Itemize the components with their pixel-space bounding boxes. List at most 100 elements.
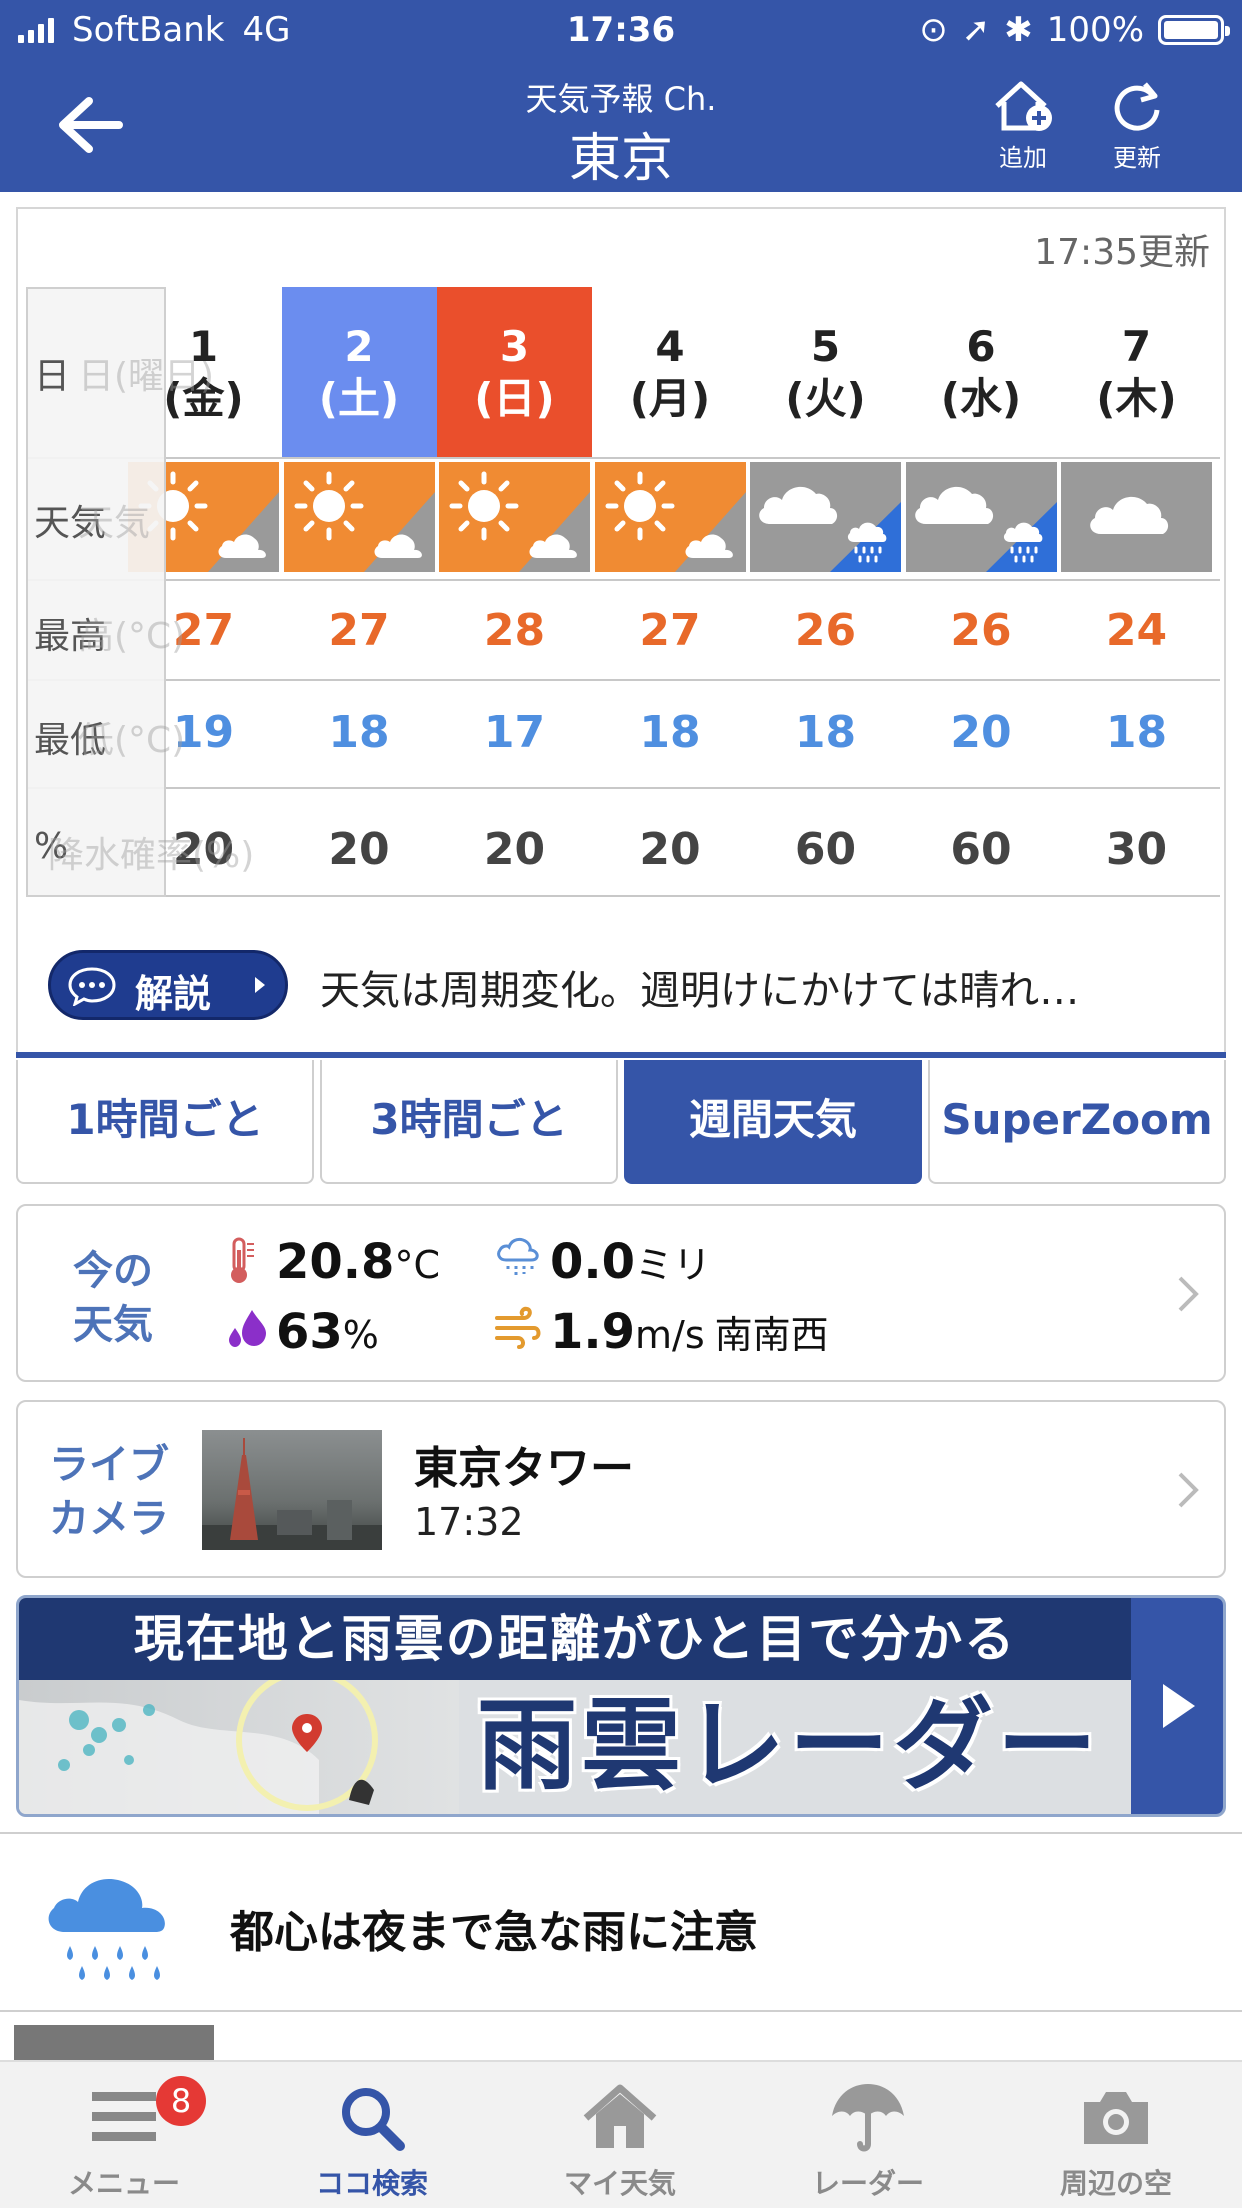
live-camera-panel[interactable]: ライブ カメラ 東京タワー 17:32 — [16, 1400, 1226, 1578]
refresh-label: 更新 — [1113, 144, 1161, 172]
home-icon — [583, 2084, 657, 2148]
forecast-day-column[interactable]: 2 (土) 27 18 20 — [281, 287, 437, 897]
cloudy-then-rain-icon — [905, 462, 1057, 572]
forecast-day-column[interactable]: 3 (日) 28 17 20 — [437, 287, 592, 897]
sunny-then-cloudy-icon — [594, 462, 746, 572]
thermometer-icon — [231, 1237, 254, 1283]
forecast-day-number: 6 — [966, 322, 996, 371]
camera-title: 東京タワー — [414, 1443, 634, 1494]
cloudy-then-rain-icon — [750, 462, 901, 572]
news-title: 都心は夜まで急な雨に注意 — [230, 1907, 758, 1958]
news-item[interactable]: 都心は夜まで急な雨に注意 — [0, 1832, 1242, 2012]
ghost-label-weather: 天気 — [78, 503, 151, 544]
location-icon: ➚ — [961, 10, 991, 50]
forecast-low-temp: 20 — [950, 707, 1012, 758]
forecast-date: 5 (火) — [748, 287, 903, 457]
tab-hourly[interactable]: 1時間ごと — [16, 1060, 314, 1184]
add-button[interactable]: 追加 — [973, 78, 1073, 173]
forecast-weekday: (土) — [318, 374, 400, 423]
current-humidity-unit: % — [342, 1313, 379, 1357]
bottom-navigation: メニュー 8 ココ検索 マイ天気 レーダー 周辺の空 — [0, 2060, 1242, 2208]
wind-icon — [495, 1306, 541, 1349]
forecast-high-temp: 27 — [328, 605, 390, 656]
refresh-button[interactable]: 更新 — [1087, 78, 1187, 173]
tab-3hourly[interactable]: 3時間ごと — [320, 1060, 618, 1184]
tab-superzoom[interactable]: SuperZoom — [928, 1060, 1226, 1184]
current-rain-unit: ミリ — [635, 1243, 712, 1287]
status-bar: SoftBank 4G 17:36 ⊙ ➚ ✱ 100% — [0, 10, 1242, 54]
refresh-icon — [1114, 82, 1160, 131]
row-labels: 日 天気 最高 最低 % 日(曜日) 天気 高(°C) 低(°C) 降水確率(%… — [26, 287, 254, 897]
speech-bubble-icon — [68, 967, 116, 1006]
forecast-table: 1 (金) 27 19 20 2 (土) 27 18 20 3 (日) 28 17 20 4 (月) 27 18 20… — [26, 287, 1220, 897]
forecast-weekday: (月) — [629, 374, 711, 423]
weekly-forecast-card: 17:35更新 1 (金) 27 19 20 2 (土) 27 18 20 3 (日) 28 17 20 4(… — [16, 207, 1226, 1055]
forecast-day-number: 2 — [344, 322, 374, 371]
forecast-date: 2 (土) — [281, 287, 437, 457]
ghost-label-date: 日(曜日) — [78, 356, 215, 397]
play-arrow-icon — [255, 977, 265, 993]
forecast-weekday: (火) — [785, 374, 866, 423]
play-arrow-icon — [1163, 1684, 1195, 1728]
commentary-button[interactable]: 解説 — [48, 950, 288, 1020]
notification-badge: 8 — [156, 2076, 206, 2126]
radar-map-illustration — [19, 1680, 459, 1814]
rain-cloud-icon — [497, 1237, 539, 1278]
orientation-lock-icon: ⊙ — [919, 10, 948, 50]
camera-label-line1: ライブ — [49, 1442, 169, 1488]
forecast-weekday: (水) — [940, 374, 1022, 423]
forecast-weather-cell — [439, 462, 590, 572]
forecast-weather-cell — [905, 462, 1057, 572]
current-label-line1: 今の — [73, 1248, 153, 1294]
tab-weekly[interactable]: 週間天気 — [624, 1060, 922, 1184]
forecast-day-column[interactable]: 6 (水) 26 20 60 — [904, 287, 1059, 897]
commentary-row[interactable]: 解説 天気は周期変化。週明けにかけては晴れ… — [48, 944, 1218, 1024]
forecast-weather-cell — [1061, 462, 1212, 572]
current-temp-unit: °C — [394, 1243, 440, 1287]
camera-time: 17:32 — [414, 1500, 524, 1544]
add-label: 追加 — [999, 144, 1047, 172]
battery-percent: 100% — [1046, 10, 1144, 50]
updated-time: 17:35更新 — [1034, 232, 1210, 273]
forecast-precip-chance: 20 — [483, 824, 546, 875]
forecast-day-column[interactable]: 5 (火) 26 18 60 — [748, 287, 903, 897]
current-wind-direction: 南南西 — [714, 1313, 829, 1357]
nav-my-weather-label: マイ天気 — [563, 2167, 676, 2200]
ghost-label-precip: 降水確率(%) — [48, 835, 255, 876]
tokyo-tower-image — [202, 1438, 382, 1550]
forecast-weather-cell — [283, 462, 435, 572]
forecast-date: 7 (木) — [1059, 287, 1214, 457]
nav-radar-label: レーダー — [811, 2167, 924, 2200]
forecast-high-temp: 24 — [1105, 605, 1168, 656]
sunny-then-cloudy-icon — [439, 462, 590, 572]
rain-radar-banner[interactable]: 現在地と雨雲の距離がひと目で分かる 雨雲レーダー — [16, 1595, 1226, 1817]
forecast-precip-chance: 30 — [1105, 824, 1168, 875]
nav-nearby-sky[interactable]: 周辺の空 — [992, 2062, 1240, 2208]
forecast-date: 6 (水) — [904, 287, 1059, 457]
forecast-day-number: 3 — [499, 322, 530, 371]
nav-search-label: ココ検索 — [315, 2167, 428, 2200]
nav-menu[interactable]: メニュー 8 — [0, 2062, 248, 2208]
camera-label-line2: カメラ — [49, 1496, 169, 1542]
nav-radar[interactable]: レーダー — [744, 2062, 992, 2208]
nav-search[interactable]: ココ検索 — [248, 2062, 496, 2208]
forecast-precip-chance: 60 — [950, 824, 1012, 875]
row-label-date: 日 — [34, 356, 71, 397]
current-weather-panel[interactable]: 今の 天気 20.8°C 63% 0.0ミリ 1.9m/s 南南西 — [16, 1204, 1226, 1382]
forecast-high-temp: 26 — [950, 605, 1012, 656]
forecast-low-temp: 18 — [328, 707, 390, 758]
nav-my-weather[interactable]: マイ天気 — [496, 2062, 744, 2208]
ghost-label-low: 低(°C) — [78, 720, 186, 761]
camera-thumbnail[interactable] — [202, 1430, 382, 1550]
banner-arrow[interactable] — [1131, 1598, 1223, 1814]
commentary-text[interactable]: 天気は周期変化。週明けにかけては晴れ… — [320, 958, 1079, 1016]
forecast-weather-cell — [750, 462, 901, 572]
forecast-day-column[interactable]: 7 (木) 24 18 30 — [1059, 287, 1214, 897]
forecast-day-column[interactable]: 4 (月) 27 18 20 — [593, 287, 748, 897]
forecast-weather-cell — [594, 462, 746, 572]
current-temp: 20.8°C — [276, 1234, 440, 1290]
current-wind-unit: m/s — [635, 1313, 705, 1357]
news-thumbnail[interactable] — [14, 2025, 214, 2065]
forecast-precip-chance: 60 — [794, 824, 857, 875]
forecast-day-number: 5 — [810, 322, 841, 371]
